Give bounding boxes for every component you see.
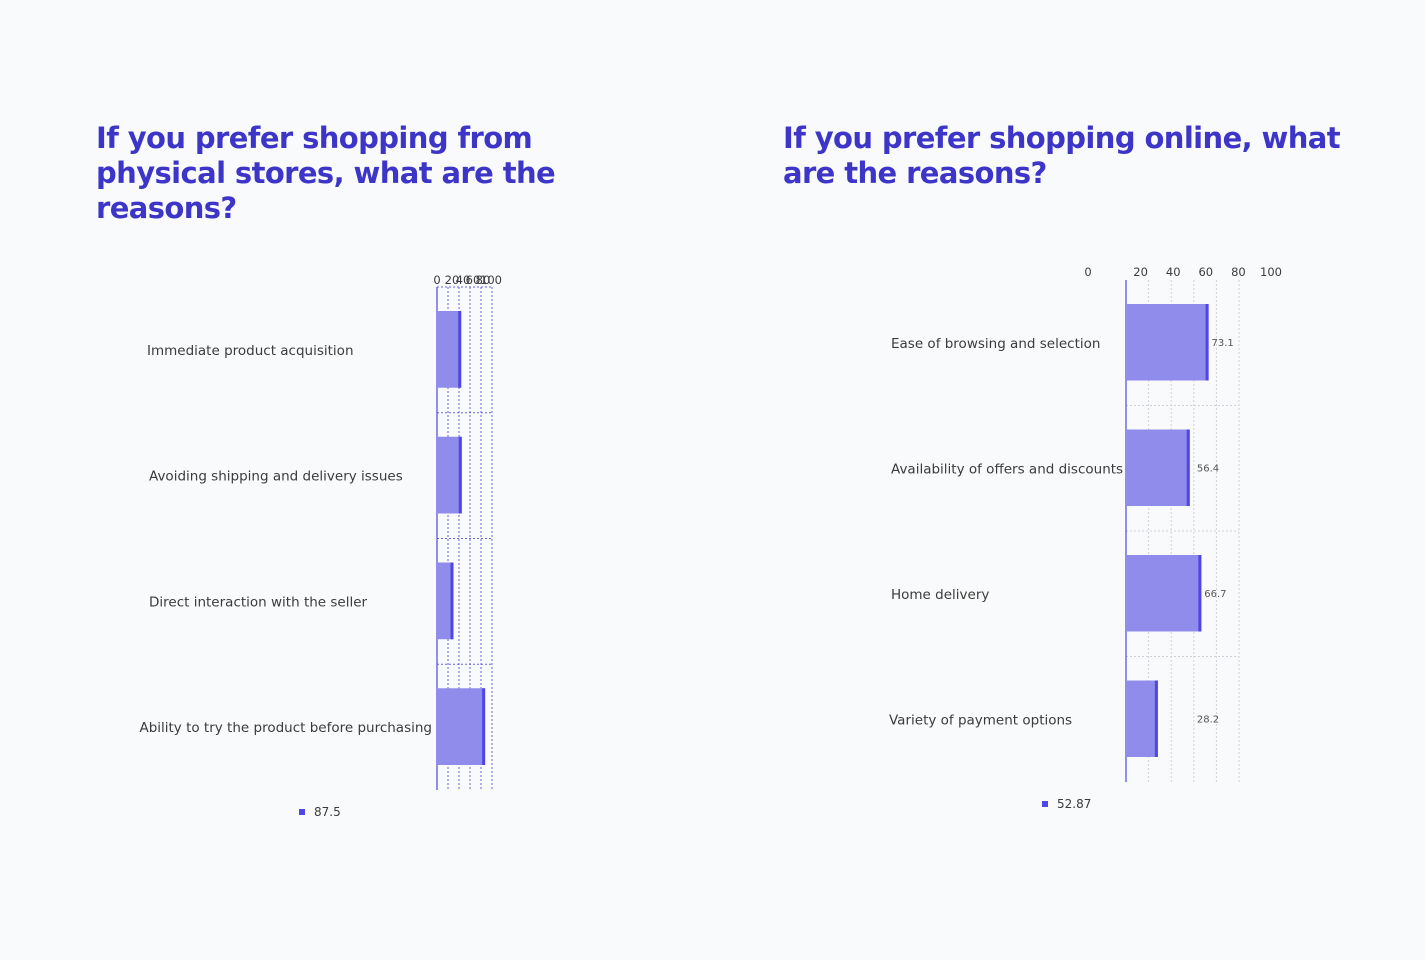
bar [1126, 555, 1202, 632]
x-tick-label: 20 [1133, 265, 1148, 279]
legend-online: 52.87 [1042, 797, 1091, 811]
category-label: Ease of browsing and selection [891, 336, 1100, 352]
bar-end-cap [1205, 304, 1209, 381]
data-label: 56.4 [1197, 463, 1219, 474]
legend-swatch [1042, 801, 1048, 807]
data-label: 66.7 [1204, 589, 1226, 600]
x-tick-label: 100 [1260, 265, 1282, 279]
bar-end-cap [1154, 680, 1158, 757]
category-label: Variety of payment options [889, 712, 1072, 728]
x-tick-label: 60 [1198, 265, 1213, 279]
bar [1126, 429, 1190, 506]
bar-chart-online: 0 20 40 60 80 100 Ease of browsing and selecti… [889, 265, 1282, 782]
bar [1126, 680, 1158, 757]
x-tick-label: 0 [1084, 265, 1091, 279]
category-label: Home delivery [891, 587, 989, 603]
legend-label: 52.87 [1057, 797, 1092, 811]
x-tick-label: 40 [1166, 265, 1181, 279]
x-tick-label: 80 [1231, 265, 1246, 279]
bar-end-cap [1186, 429, 1190, 506]
data-label: 28.2 [1197, 714, 1219, 725]
legend-physical-stores: 87.5 [299, 805, 341, 819]
bar [1126, 304, 1209, 381]
category-label: Availability of offers and discounts [891, 461, 1123, 477]
data-label: 73.1 [1211, 338, 1233, 349]
bar-end-cap [1198, 555, 1202, 632]
legend-label: 87.5 [314, 805, 341, 819]
legend-swatch [299, 809, 305, 815]
